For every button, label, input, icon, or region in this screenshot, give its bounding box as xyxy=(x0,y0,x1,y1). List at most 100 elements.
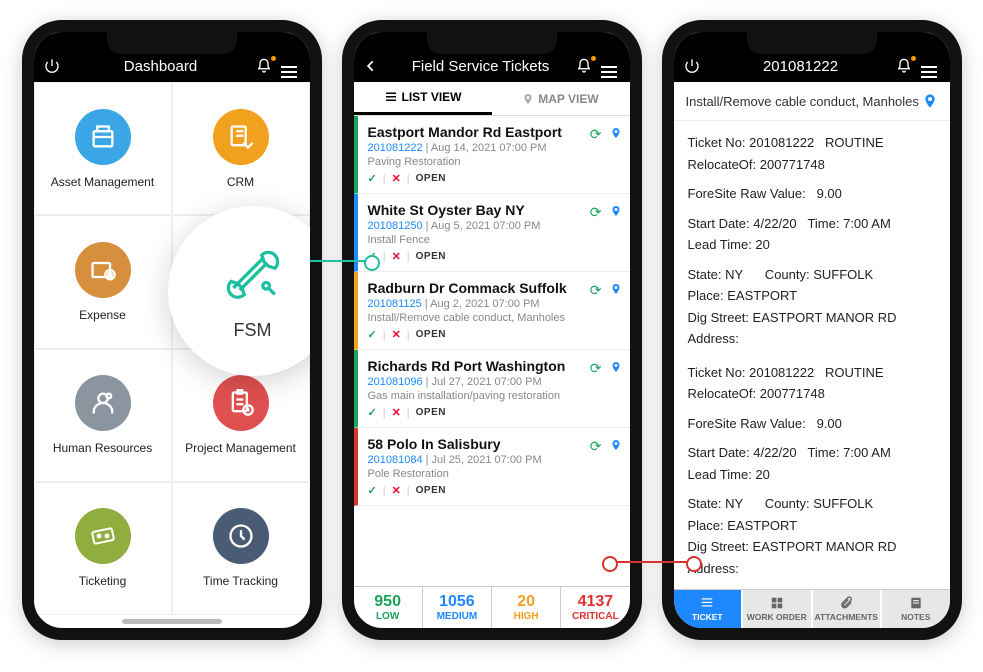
ticket-row[interactable]: ⟳Eastport Mandor Rd Eastport201081222 | … xyxy=(354,116,630,194)
bottom-tabs: TICKET WORK ORDER ATTACHMENTS NOTES xyxy=(674,589,950,628)
list-icon xyxy=(384,91,398,103)
check-icon[interactable]: ✓ xyxy=(368,172,377,185)
ticket-desc: Pole Restoration xyxy=(368,468,620,480)
grid-icon xyxy=(769,596,785,610)
stat-label: HIGH xyxy=(514,611,539,622)
phone-notch xyxy=(107,32,237,54)
sync-icon[interactable]: ⟳ xyxy=(590,438,602,455)
sync-icon[interactable]: ⟳ xyxy=(590,204,602,221)
pin-icon[interactable] xyxy=(610,126,622,140)
tile-label: Ticketing xyxy=(79,574,127,588)
svg-text:$: $ xyxy=(108,273,112,280)
stat-critical[interactable]: 4137 CRITICAL xyxy=(561,587,629,628)
dash-tile-human-resources[interactable]: Human Resources xyxy=(34,349,172,482)
cross-icon[interactable]: ✕ xyxy=(392,484,401,497)
phone-notch xyxy=(427,32,557,54)
tile-label: CRM xyxy=(227,175,254,189)
ticket-list: ⟳Eastport Mandor Rd Eastport201081222 | … xyxy=(354,116,630,586)
pin-icon[interactable] xyxy=(922,92,938,110)
stat-high[interactable]: 20 HIGH xyxy=(492,587,561,628)
tab-list-view[interactable]: LIST VIEW xyxy=(354,82,492,115)
status-badge: OPEN xyxy=(416,407,446,418)
power-icon[interactable] xyxy=(684,58,706,74)
scroll-indicator xyxy=(122,619,222,624)
ticket-status-row: ✓|✕|OPEN xyxy=(368,406,620,419)
ticket-status-row: ✓|✕|OPEN xyxy=(368,484,620,497)
tab-label: MAP VIEW xyxy=(538,92,598,106)
ticket-row[interactable]: ⟳White St Oyster Bay NY201081250 | Aug 5… xyxy=(354,194,630,272)
ticket-title: Eastport Mandor Rd Eastport xyxy=(368,124,620,140)
tab-attachments[interactable]: ATTACHMENTS xyxy=(813,590,883,628)
cross-icon[interactable]: ✕ xyxy=(392,250,401,263)
sync-icon[interactable]: ⟳ xyxy=(590,282,602,299)
page-title: Dashboard xyxy=(66,58,256,75)
stat-label: LOW xyxy=(376,611,399,622)
menu-icon[interactable] xyxy=(598,55,620,78)
stat-label: CRITICAL xyxy=(572,611,619,622)
ticket-row[interactable]: ⟳Richards Rd Port Washington201081096 | … xyxy=(354,350,630,428)
dash-tile-ticketing[interactable]: Ticketing xyxy=(34,482,172,615)
page-title: 201081222 xyxy=(706,58,896,75)
pin-icon[interactable] xyxy=(610,204,622,218)
tile-icon xyxy=(75,508,131,564)
tile-icon xyxy=(213,508,269,564)
tab-work-order[interactable]: WORK ORDER xyxy=(743,590,813,628)
tab-map-view[interactable]: MAP VIEW xyxy=(492,82,630,115)
tile-icon: $ xyxy=(75,242,131,298)
ticket-status-row: ✓|✕|OPEN xyxy=(368,328,620,341)
cross-icon[interactable]: ✕ xyxy=(392,406,401,419)
ticket-status-row: ✓|✕|OPEN xyxy=(368,250,620,263)
dash-tile-crm[interactable]: CRM xyxy=(172,82,310,215)
stat-number: 950 xyxy=(354,593,422,611)
tab-notes[interactable]: NOTES xyxy=(882,590,950,628)
tab-ticket[interactable]: TICKET xyxy=(674,590,744,628)
pin-icon[interactable] xyxy=(610,438,622,452)
cross-icon[interactable]: ✕ xyxy=(392,172,401,185)
ticket-title: Radburn Dr Commack Suffolk xyxy=(368,280,620,296)
connector-list-to-detail xyxy=(612,561,692,563)
tab-label: LIST VIEW xyxy=(402,90,462,104)
stat-medium[interactable]: 1056 MEDIUM xyxy=(423,587,492,628)
bell-icon[interactable] xyxy=(256,58,278,74)
ticket-meta: 201081250 | Aug 5, 2021 07:00 PM xyxy=(368,220,620,232)
status-badge: OPEN xyxy=(416,173,446,184)
tile-label: Expense xyxy=(79,308,126,322)
status-badge: OPEN xyxy=(416,485,446,496)
check-icon[interactable]: ✓ xyxy=(368,484,377,497)
menu-icon[interactable] xyxy=(278,55,300,78)
tab-label: WORK ORDER xyxy=(747,612,807,622)
stat-number: 4137 xyxy=(561,593,629,611)
phone-ticket-list: Field Service Tickets LIST VIEW MAP VIEW… xyxy=(342,20,642,640)
dash-tile-time-tracking[interactable]: Time Tracking xyxy=(172,482,310,615)
sync-icon[interactable]: ⟳ xyxy=(590,126,602,143)
ticket-row[interactable]: ⟳Radburn Dr Commack Suffolk 201081125 | A… xyxy=(354,272,630,350)
pin-icon[interactable] xyxy=(610,360,622,374)
ticket-meta: 201081084 | Jul 25, 2021 07:00 PM xyxy=(368,454,620,466)
dash-tile-asset-management[interactable]: Asset Management xyxy=(34,82,172,215)
ticket-row[interactable]: ⟳58 Polo In Salisbury201081084 | Jul 25,… xyxy=(354,428,630,506)
view-tabs: LIST VIEW MAP VIEW xyxy=(354,82,630,116)
bell-icon[interactable] xyxy=(576,58,598,74)
cross-icon[interactable]: ✕ xyxy=(392,328,401,341)
check-icon[interactable]: ✓ xyxy=(368,406,377,419)
connector-fsm-to-list xyxy=(300,260,370,262)
dash-tile-expense[interactable]: $ Expense xyxy=(34,215,172,348)
tile-label: Time Tracking xyxy=(203,574,278,588)
ticket-title: Richards Rd Port Washington xyxy=(368,358,620,374)
paperclip-icon xyxy=(837,596,855,610)
sync-icon[interactable]: ⟳ xyxy=(590,360,602,377)
detail-body: Ticket No: 201081222 ROUTINERelocateOf: … xyxy=(674,121,950,589)
stat-low[interactable]: 950 LOW xyxy=(354,587,423,628)
power-icon[interactable] xyxy=(44,58,66,74)
stat-number: 1056 xyxy=(423,593,491,611)
phone-ticket-detail: 201081222 Install/Remove cable conduct, … xyxy=(662,20,962,640)
ticket-meta: 201081125 | Aug 2, 2021 07:00 PM xyxy=(368,298,620,310)
lines-icon xyxy=(698,596,716,610)
menu-icon[interactable] xyxy=(918,55,940,78)
fsm-label: FSM xyxy=(234,320,272,341)
ticket-status-row: ✓|✕|OPEN xyxy=(368,172,620,185)
pin-icon[interactable] xyxy=(610,282,622,296)
back-icon[interactable] xyxy=(364,59,386,73)
bell-icon[interactable] xyxy=(896,58,918,74)
check-icon[interactable]: ✓ xyxy=(368,328,377,341)
